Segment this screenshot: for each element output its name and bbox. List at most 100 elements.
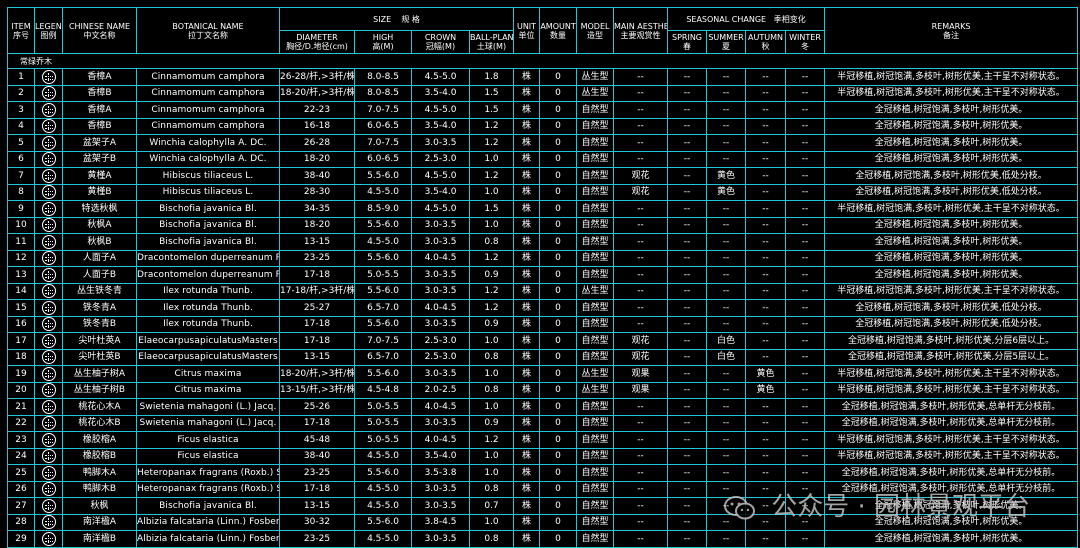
crown-cell: 3.5-4.0 [411, 84, 470, 102]
aesthetics-cell: -- [613, 497, 669, 515]
remarks-cell: 全冠移植,树冠饱满,多枝叶,树形优美。 [824, 134, 1079, 152]
winter-cell: -- [785, 150, 826, 168]
height-cell: 5.0-5.5 [354, 431, 412, 449]
model-cell: 自然型 [576, 447, 615, 465]
ball-plant-cell: 1.2 [468, 249, 515, 267]
remarks-cell: 全冠移植,树冠饱满,多枝叶,树形优美。 [824, 266, 1079, 284]
tree-symbol-icon [41, 465, 56, 480]
spring-cell: -- [667, 480, 708, 498]
model-cell: 自然型 [576, 464, 615, 482]
height-cell: 4.5-5.0 [354, 497, 412, 515]
height-cell: 4.5-5.0 [354, 480, 412, 498]
chinese-name-cell: 尖叶杜英B [62, 348, 137, 366]
aesthetics-cell: 观花 [613, 183, 669, 201]
table-row: 25 鸭脚木AHeteropanax fragrans (Roxb.) Seem2… [7, 464, 1079, 482]
amount-cell: 0 [539, 68, 578, 86]
header-seasonal-change: SEASONAL CHANGE 季相变化 [667, 7, 826, 31]
unit-cell: 株 [513, 200, 541, 218]
chinese-name-cell: 秋枫B [62, 233, 137, 251]
ball-plant-cell: 1.2 [468, 299, 515, 317]
remarks-cell: 半冠移植,树冠饱满,多枝叶,树形优美,主干呈不对称状态。 [824, 282, 1079, 300]
summer-cell: -- [706, 365, 747, 383]
model-cell: 自然型 [576, 150, 615, 168]
amount-cell: 0 [539, 447, 578, 465]
chinese-name-cell: 丛生铁冬青 [62, 282, 137, 300]
diameter-cell: 16-18 [279, 117, 355, 135]
item-cell: 26 [7, 480, 35, 498]
autumn-cell: -- [745, 332, 787, 350]
watermark: 公众号 · 园林景观平台 [723, 486, 1063, 526]
autumn-cell: -- [745, 299, 787, 317]
autumn-cell: -- [745, 200, 787, 218]
ball-plant-cell: 0.8 [468, 530, 515, 548]
botanical-name-cell: Swietenia mahagoni (L.) Jacq. [136, 414, 280, 432]
height-cell: 4.5-5.0 [354, 233, 412, 251]
autumn-cell: -- [745, 233, 787, 251]
amount-cell: 0 [539, 233, 578, 251]
item-cell: 24 [7, 447, 35, 465]
table-row: 24 橡胶榕B Ficus elastica 38-40 4.5-5.0 3.5-4.0 1… [7, 447, 1079, 465]
crown-cell: 4.0-4.5 [411, 299, 470, 317]
summer-cell: -- [706, 216, 747, 234]
table-row: 23 橡胶榕A Ficus elastica 45-48 5.0-5.5 4.0-4.5 1… [7, 431, 1079, 449]
table-row: 29 南洋楹B Albizia falcataria (Linn.) Fosberg… [7, 530, 1079, 548]
autumn-cell: -- [745, 117, 787, 135]
tree-symbol-icon [41, 69, 56, 84]
tree-symbol-icon [41, 135, 56, 150]
table-row: 4 香樟B Cinnamomum camphora 16-18 6.0-6.5 3.5-4… [7, 117, 1079, 135]
tree-symbol-icon [41, 498, 56, 513]
height-cell: 5.5-6.0 [354, 167, 412, 185]
legend-cell [34, 365, 63, 383]
autumn-cell: -- [745, 530, 787, 548]
ball-plant-cell: 1.0 [468, 332, 515, 350]
table-row: 10 秋枫A Bischofia javanica Bl. 18-20 5.5-6.0 3… [7, 216, 1079, 234]
tree-symbol-icon [41, 399, 56, 414]
tree-symbol-icon [41, 317, 56, 331]
aesthetics-cell: -- [613, 447, 669, 465]
legend-cell [34, 348, 63, 366]
chinese-name-cell: 鸭脚木A [62, 464, 137, 482]
table-row: 18 尖叶杜英B ElaeocarpusapiculatusMasters 13-15… [7, 348, 1079, 366]
model-cell: 自然型 [576, 233, 615, 251]
item-cell: 3 [7, 101, 35, 119]
diameter-cell: 18-20 [279, 216, 355, 234]
remarks-cell: 半冠移植,树冠饱满,多枝叶,树形优美,主干呈不对称状态。 [824, 365, 1079, 383]
spring-cell: -- [667, 249, 708, 267]
model-cell: 自然型 [576, 530, 615, 548]
unit-cell: 株 [513, 414, 541, 432]
amount-cell: 0 [539, 332, 578, 350]
amount-cell: 0 [539, 431, 578, 449]
winter-cell: -- [785, 249, 826, 267]
model-cell: 自然型 [576, 431, 615, 449]
remarks-cell: 半冠移植,树冠饱满,多枝叶,树形优美,主干呈不对称状态。 [824, 431, 1079, 449]
aesthetics-cell: 观果 [613, 365, 669, 383]
unit-cell: 株 [513, 398, 541, 416]
item-cell: 8 [7, 183, 35, 201]
legend-cell [34, 84, 63, 102]
amount-cell: 0 [539, 480, 578, 498]
summer-cell: -- [706, 464, 747, 482]
summer-cell: -- [706, 101, 747, 119]
item-cell: 17 [7, 332, 35, 350]
height-cell: 4.5-5.0 [354, 530, 412, 548]
autumn-cell: -- [745, 315, 787, 333]
legend-cell [34, 150, 63, 168]
item-cell: 27 [7, 497, 35, 515]
botanical-name-cell: Heteropanax fragrans (Roxb.) Seem [136, 464, 280, 482]
unit-cell: 株 [513, 365, 541, 383]
autumn-cell: -- [745, 101, 787, 119]
height-cell: 7.0-7.5 [354, 134, 412, 152]
remarks-cell: 全冠移植,树冠饱满,多枝叶,树形优美,分层5层以上。 [824, 348, 1079, 366]
header-remarks: REMARKS 备注 [824, 7, 1079, 54]
winter-cell: -- [785, 84, 826, 102]
unit-cell: 株 [513, 530, 541, 548]
diameter-cell: 17-18/杆,>3杆/株 [279, 282, 355, 300]
spring-cell: -- [667, 101, 708, 119]
spring-cell: -- [667, 68, 708, 86]
diameter-cell: 23-25 [279, 530, 355, 548]
chinese-name-cell: 桃花心木B [62, 414, 137, 432]
unit-cell: 株 [513, 249, 541, 267]
model-cell: 自然型 [576, 513, 615, 531]
winter-cell: -- [785, 398, 826, 416]
wechat-icon [724, 495, 755, 519]
